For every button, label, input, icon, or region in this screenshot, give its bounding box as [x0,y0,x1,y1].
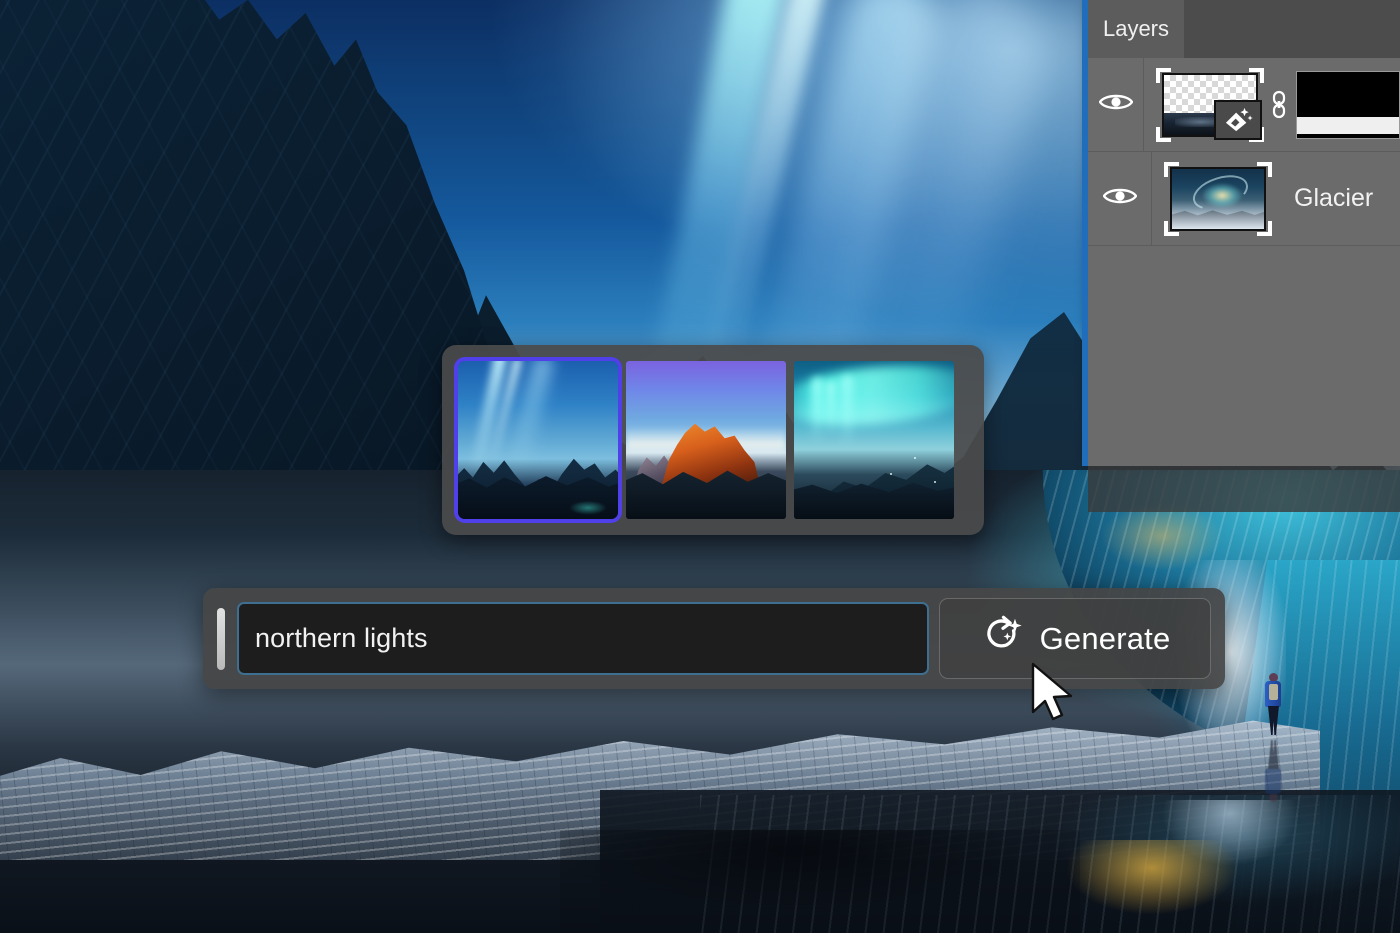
thumbnail-corner [1156,67,1171,83]
tab-bar-filler [1184,0,1400,58]
thumbnail-corner [1249,67,1264,83]
variation-2-art [626,361,786,519]
variation-1-art [458,361,618,519]
layer-thumbnail[interactable] [1164,161,1272,236]
layers-panel: Layers Glacier [1082,0,1400,512]
layer-mask-thumbnail[interactable] [1296,70,1400,139]
panel-tab-bar: Layers [1088,0,1400,58]
thumbnail-corner [1164,161,1179,177]
variation-3-art [794,361,954,519]
tab-layers-label: Layers [1102,16,1170,41]
generate-button-label: Generate [1039,620,1171,656]
layer-thumbnail[interactable] [1156,67,1264,142]
generative-fill-icon [1214,99,1262,140]
table-row[interactable]: Glacier [1088,152,1400,246]
link-icon[interactable] [1266,68,1292,142]
eye-icon [1102,185,1137,212]
layers-panel-bottom-bar [1088,466,1400,512]
thumbnail-corner [1257,220,1272,236]
generative-sparkle-refresh-icon [980,613,1026,664]
layer-visibility-toggle[interactable] [1088,152,1152,245]
hiker-reflection [1262,740,1284,802]
tab-layers[interactable]: Layers [1088,0,1184,58]
layer-thumbnail-image [1170,166,1266,231]
thumbnail-corner [1164,220,1179,236]
variation-thumbnail-1[interactable] [454,357,622,523]
thumbnail-corner [1257,161,1272,177]
eye-icon [1098,91,1133,118]
table-row[interactable] [1088,58,1400,152]
layer-visibility-toggle[interactable] [1088,58,1144,151]
variation-thumbnail-2[interactable] [626,361,786,519]
glacier-thumbnail-art [1172,168,1264,229]
app-stage: Generate Layers [0,0,1400,933]
variation-thumbnail-3[interactable] [794,361,954,519]
dark-rock-shadow [560,830,1080,933]
prompt-input[interactable] [237,602,929,675]
generate-button[interactable]: Generate [939,598,1211,679]
hiker-figure [1262,673,1284,735]
layer-name-label: Glacier [1294,184,1374,212]
mask-white-band [1297,116,1399,134]
thumbnail-corner [1156,126,1171,142]
variation-thumbnail-strip [442,345,984,535]
amber-reflection [1060,840,1290,933]
prompt-bar-drag-handle[interactable] [217,607,225,670]
generative-prompt-bar: Generate [203,588,1225,689]
